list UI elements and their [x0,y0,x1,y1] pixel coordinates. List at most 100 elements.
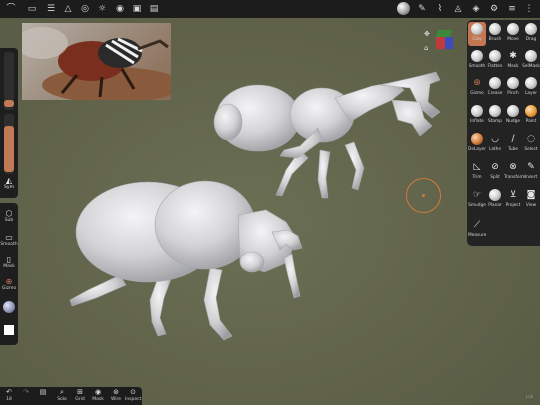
inspect-button[interactable]: ⊙ Inspect [125,388,141,403]
undo-button[interactable]: ↶ 18 [1,388,17,403]
tool-inflate[interactable]: Inflate [468,104,486,128]
move-icon [507,23,519,35]
brush-stroke-icon[interactable]: ✎ [416,3,428,15]
tool-drag[interactable]: Drag [522,22,540,46]
symmetry-icon[interactable]: ◬ [452,3,464,15]
eyedropper-icon[interactable]: ⌇ [434,3,446,15]
symmetry-label: Sym [4,185,14,190]
globe-icon[interactable]: ◎ [79,3,91,15]
smooth-button[interactable]: ▭ Smooth [0,233,18,248]
tool-smooth[interactable]: Smooth [468,49,486,73]
grid-icon: ⊞ [77,388,83,396]
brush-cursor [406,178,441,213]
mask-button[interactable]: ▯ Mask [0,255,18,270]
flatten-icon [489,50,501,62]
mask-view-button[interactable]: ◉ Mask [90,388,106,403]
wire-button[interactable]: ⊛ Wire [108,388,124,403]
tool-move[interactable]: Move [504,22,522,46]
tool-brush[interactable]: Brush [486,22,504,46]
nudge-icon [507,105,519,117]
material-icon[interactable]: ◉ [114,3,126,15]
logo-icon[interactable]: ⌒ [5,3,17,15]
measure-icon: ⟋ [473,220,481,230]
tool-flatten[interactable]: Flatten [486,49,504,73]
tool-nudge[interactable]: Nudge [504,104,522,128]
reference-image[interactable] [22,23,171,100]
tool-gizmo[interactable]: ⊕ Gizmo [468,76,486,100]
brush-icon [489,23,501,35]
undo-icon: ↶ [6,388,12,396]
gizmo-button[interactable]: ⊕ Gizmo [0,277,18,292]
tool-trim[interactable]: ◺ Trim [468,160,486,184]
tool-split[interactable]: ⊘ Split [486,160,504,184]
tool-stamp[interactable]: Stamp [486,104,504,128]
tool-insert[interactable]: ✎ Insert [522,160,540,184]
layer-icon [525,77,537,89]
radius-slider-handle[interactable] [4,100,14,107]
help-icon[interactable]: ⋮ [523,3,535,15]
symmetry-button[interactable]: ◭ Sym [0,176,18,191]
beetle-lower [69,180,303,341]
tool-selmask[interactable]: SelMask [522,49,540,73]
tool-crease[interactable]: Crease [486,76,504,100]
scene-icon[interactable]: ☰ [45,3,57,15]
trim-icon: ◺ [473,162,481,172]
stamp-icon [489,105,501,117]
top-toolbar: ⌒ ▭ ☰ △ ◎ ☼ ◉ ▣ ▤ ✎ ⌇ ◬ ◈ ⚙ ≡ ⋮ [0,0,540,18]
sliders-icon[interactable]: ≡ [506,3,518,15]
list-icon: ▤ [39,388,47,396]
tool-mask[interactable]: ✱ Mask [504,49,522,73]
tool-select[interactable]: ◌ Select [522,132,540,156]
tool-view[interactable]: ◙ View [522,188,540,212]
sun-icon[interactable]: ☼ [96,3,108,15]
tool-planar[interactable]: Planar [486,188,504,212]
smooth-icon: ▭ [5,233,13,242]
tool-layer[interactable]: Layer [522,76,540,100]
settings-icon[interactable]: ⚙ [488,3,500,15]
topology-icon[interactable]: △ [62,3,74,15]
tool-smudge[interactable]: ☞ Smudge [468,188,486,212]
camera-icon[interactable]: ▣ [131,3,143,15]
sub-button[interactable]: ⬡ Sub [0,209,18,224]
intensity-slider[interactable] [4,114,14,174]
material-sphere-icon[interactable] [397,2,410,15]
tool-delayer[interactable]: DeLayer [468,132,486,156]
inflate-icon [471,105,483,117]
solo-button[interactable]: ⌕ Solo [54,388,70,403]
radius-slider[interactable] [4,52,14,110]
inspect-icon: ⊙ [130,388,136,396]
paint-icon [525,105,537,117]
cube-face-right [445,37,453,49]
gizmo-tool-icon: ⊕ [473,78,481,88]
tool-tube[interactable]: ∕ Tube [504,132,522,156]
mask-icon: ▯ [6,255,12,264]
tool-clay[interactable]: Clay [468,22,486,46]
smudge-icon: ☞ [472,190,482,200]
tool-project[interactable]: ⊻ Project [504,188,522,212]
drag-icon [525,23,537,35]
tool-pinch[interactable]: Pinch [504,76,522,100]
grid-button[interactable]: ⊞ Grid [72,388,88,403]
mask-tool-icon: ✱ [509,51,517,61]
planar-icon [489,189,501,201]
reference-photo [22,27,171,100]
history-button[interactable]: ▤ [35,388,51,397]
layers-icon[interactable]: ◈ [470,3,482,15]
clay-icon [471,23,483,35]
tool-lathe[interactable]: ◡ Lathe [486,132,504,156]
select-icon: ◌ [527,134,535,144]
image-icon[interactable]: ▤ [148,3,160,15]
redo-button[interactable]: ↷ [18,388,34,397]
folder-icon[interactable]: ▭ [26,3,38,15]
bottom-toolbar: ↶ 18 ↷ ▤ ⌕ Solo ⊞ Grid ◉ Mask ⊛ Wire ⊙ Inspect [0,387,142,405]
redo-icon: ↷ [23,388,29,396]
tool-transform[interactable]: ⊗ Transform [504,160,525,184]
color-swatch[interactable] [4,325,14,335]
zoom-icon[interactable]: ✥ [424,30,430,38]
corner-label: Lab [526,394,534,399]
home-view-icon[interactable]: ⌂ [424,44,428,52]
tool-paint[interactable]: Paint [522,104,540,128]
orientation-cube[interactable] [434,30,454,50]
tool-measure[interactable]: ⟋ Measure [468,218,486,242]
material-preview[interactable] [3,301,15,313]
